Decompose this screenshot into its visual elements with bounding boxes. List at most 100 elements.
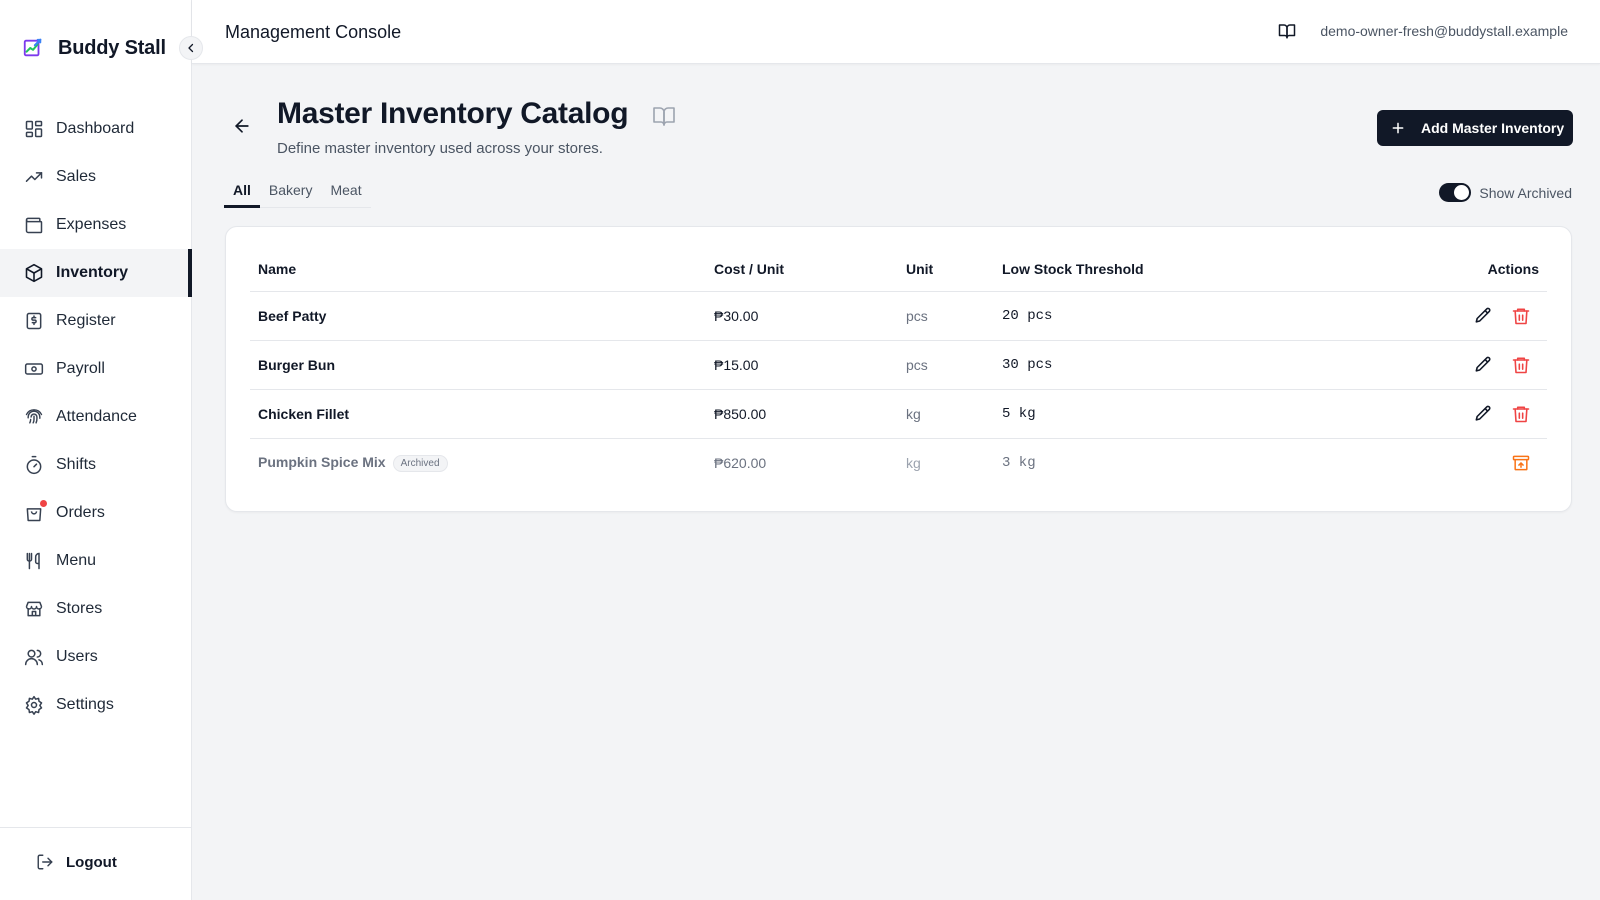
back-button[interactable] <box>232 116 252 136</box>
toggle-knob <box>1454 185 1470 200</box>
sidebar-item-label: Inventory <box>56 264 129 281</box>
item-name: Chicken Fillet <box>250 389 706 439</box>
item-name: Burger Bun <box>250 340 706 390</box>
brand[interactable]: Buddy Stall <box>22 34 166 62</box>
sidebar-item-label: Register <box>56 312 116 329</box>
column-header-actions: Actions <box>1404 247 1547 292</box>
book-open-icon[interactable] <box>1278 22 1296 40</box>
add-button-label: Add Master Inventory <box>1421 120 1565 136</box>
utensils-icon <box>24 551 44 571</box>
box-icon <box>24 263 44 283</box>
users-icon <box>24 647 44 667</box>
item-threshold: 5 kg <box>994 389 1404 439</box>
sidebar-item-attendance[interactable]: Attendance <box>0 393 192 441</box>
archived-badge: Archived <box>392 454 448 472</box>
sidebar-item-label: Settings <box>56 696 114 713</box>
topbar-title: Management Console <box>225 22 402 42</box>
logout-icon <box>36 853 54 871</box>
wallet-icon <box>24 215 44 235</box>
tab-all[interactable]: All <box>224 178 260 208</box>
logout-button[interactable]: Logout <box>36 853 117 871</box>
table-row[interactable]: Beef Patty ₱30.00 pcs 20 pcs <box>250 291 1547 341</box>
plus-icon <box>1391 121 1405 135</box>
trash-icon[interactable] <box>1511 404 1531 424</box>
item-name: Beef Patty <box>250 291 706 341</box>
fingerprint-icon <box>24 407 44 427</box>
sidebar-item-menu[interactable]: Menu <box>0 537 192 585</box>
toggle-switch[interactable] <box>1439 183 1472 202</box>
table-row[interactable]: Chicken Fillet ₱850.00 kg 5 kg <box>250 389 1547 439</box>
sidebar-item-sales[interactable]: Sales <box>0 153 192 201</box>
row-actions <box>1404 291 1547 341</box>
sidebar-item-inventory[interactable]: Inventory <box>0 249 192 297</box>
topbar-right: demo-owner-fresh@buddystall.example <box>1278 22 1568 40</box>
gear-icon <box>24 695 44 715</box>
sidebar-item-expenses[interactable]: Expenses <box>0 201 192 249</box>
column-header-unit[interactable]: Unit <box>898 247 994 292</box>
table-row[interactable]: Burger Bun ₱15.00 pcs 30 pcs <box>250 340 1547 390</box>
sidebar-item-label: Sales <box>56 168 97 185</box>
collapse-sidebar-button[interactable] <box>179 36 203 60</box>
notification-dot <box>40 500 47 507</box>
topbar: Management Console demo-owner-fresh@budd… <box>192 0 1600 64</box>
item-threshold: 20 pcs <box>994 291 1404 341</box>
arrow-left-icon <box>232 116 252 136</box>
sidebar-item-shifts[interactable]: Shifts <box>0 441 192 489</box>
trash-icon[interactable] <box>1511 306 1531 326</box>
sidebar-item-orders[interactable]: Orders <box>0 489 192 537</box>
sidebar-item-payroll[interactable]: Payroll <box>0 345 192 393</box>
sidebar-item-label: Attendance <box>56 408 137 425</box>
sidebar-footer: Logout <box>0 827 192 900</box>
sidebar-item-stores[interactable]: Stores <box>0 585 192 633</box>
book-open-icon[interactable] <box>652 104 676 128</box>
row-actions <box>1404 438 1547 487</box>
item-name-cell: Pumpkin Spice Mix Archived <box>250 438 706 487</box>
page-subtitle: Define master inventory used across your… <box>277 140 603 157</box>
sidebar-item-settings[interactable]: Settings <box>0 681 192 729</box>
column-header-cost[interactable]: Cost / Unit <box>706 247 898 292</box>
table-row-archived[interactable]: Pumpkin Spice Mix Archived ₱620.00 kg 3 k… <box>250 438 1547 487</box>
sidebar-item-dashboard[interactable]: Dashboard <box>0 105 192 153</box>
edit-icon[interactable] <box>1473 306 1493 326</box>
item-threshold: 3 kg <box>1002 454 1036 471</box>
item-unit: kg <box>898 389 994 439</box>
tab-meat[interactable]: Meat <box>321 178 370 208</box>
tab-bakery[interactable]: Bakery <box>260 178 322 208</box>
logout-label: Logout <box>66 853 117 871</box>
dashboard-icon <box>24 119 44 139</box>
sidebar-item-label: Users <box>56 648 98 665</box>
column-header-threshold[interactable]: Low Stock Threshold <box>994 247 1404 292</box>
column-header-name[interactable]: Name <box>250 247 706 292</box>
sidebar-item-label: Shifts <box>56 456 97 473</box>
item-cost: ₱30.00 <box>706 291 898 341</box>
item-threshold: 30 pcs <box>994 340 1404 390</box>
edit-icon[interactable] <box>1473 404 1493 424</box>
item-unit: kg <box>906 454 921 471</box>
sidebar-item-label: Menu <box>56 552 97 569</box>
item-cost: ₱620.00 <box>714 454 767 471</box>
show-archived-toggle[interactable]: Show Archived <box>1439 183 1572 202</box>
sidebar-item-users[interactable]: Users <box>0 633 192 681</box>
store-icon <box>24 599 44 619</box>
row-actions <box>1404 389 1547 439</box>
edit-icon[interactable] <box>1473 355 1493 375</box>
chevron-left-icon <box>185 42 197 54</box>
sidebar-item-register[interactable]: Register <box>0 297 192 345</box>
item-unit: pcs <box>898 291 994 341</box>
shopping-bag-icon <box>24 500 47 523</box>
trash-icon[interactable] <box>1511 355 1531 375</box>
sidebar-item-label: Dashboard <box>56 120 135 137</box>
item-unit: pcs <box>898 340 994 390</box>
sidebar-item-label: Payroll <box>56 360 105 377</box>
timer-icon <box>24 455 44 475</box>
item-cost: ₱850.00 <box>706 389 898 439</box>
table-header-row: Name Cost / Unit Unit Low Stock Threshol… <box>250 247 1547 292</box>
page-title: Master Inventory Catalog <box>277 97 629 130</box>
row-actions <box>1404 340 1547 390</box>
show-archived-label: Show Archived <box>1479 184 1572 201</box>
user-email[interactable]: demo-owner-fresh@buddystall.example <box>1320 23 1568 39</box>
archive-restore-icon[interactable] <box>1511 453 1531 473</box>
inventory-table-card: Name Cost / Unit Unit Low Stock Threshol… <box>225 226 1572 512</box>
banknote-icon <box>24 359 44 379</box>
add-master-inventory-button[interactable]: Add Master Inventory <box>1377 110 1573 146</box>
